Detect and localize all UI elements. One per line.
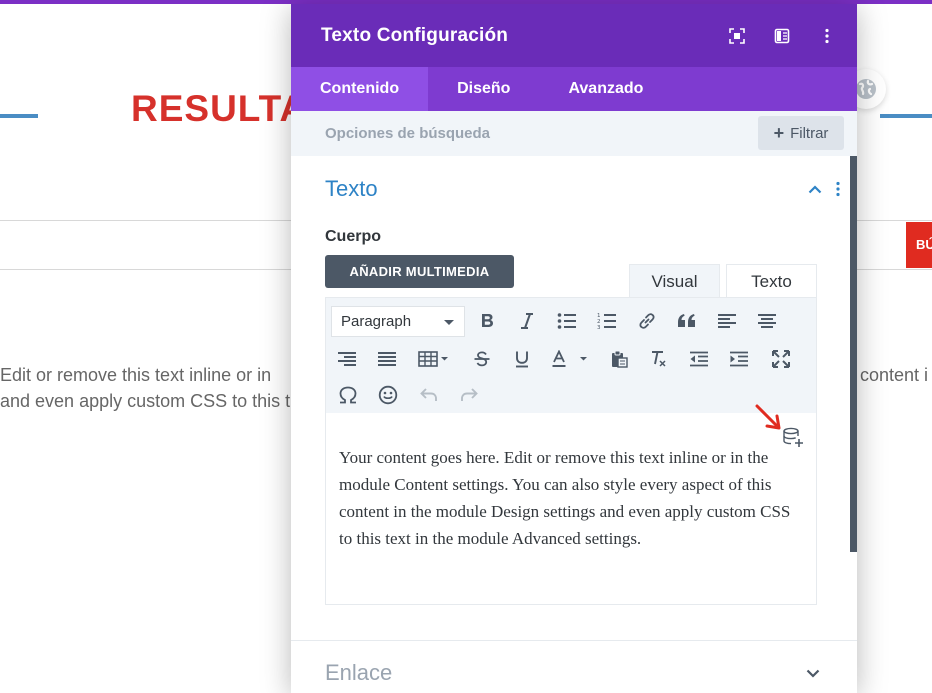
undo-button[interactable] [414, 380, 444, 410]
redo-button[interactable] [454, 380, 484, 410]
editor-toolbar: Paragraph 123 [326, 298, 816, 413]
table-button[interactable] [414, 344, 454, 374]
field-label-cuerpo: Cuerpo [325, 228, 381, 245]
tab-avanzado[interactable]: Avanzado [539, 67, 672, 111]
special-character-button[interactable] [333, 380, 363, 410]
expand-icon [728, 27, 745, 44]
italic-icon [521, 313, 533, 329]
align-justify-icon [378, 352, 396, 366]
modal-header: Texto Configuración [291, 4, 857, 67]
tab-diseno[interactable]: Diseño [428, 67, 539, 111]
bulleted-list-button[interactable] [552, 306, 582, 336]
background-text-line: and even apply custom CSS to this t [0, 391, 291, 411]
paste-icon [612, 350, 628, 368]
clear-formatting-icon [652, 351, 666, 367]
filter-label: Filtrar [790, 124, 829, 142]
emoji-button[interactable] [373, 380, 403, 410]
more-options-button[interactable] [804, 21, 849, 51]
tab-contenido[interactable]: Contenido [291, 67, 429, 111]
align-right-button[interactable] [332, 344, 362, 374]
strikethrough-icon [474, 351, 490, 367]
chevron-down-icon[interactable] [806, 669, 820, 678]
section-menu-button[interactable] [831, 179, 845, 199]
fullscreen-icon [772, 350, 790, 368]
paste-button[interactable] [604, 344, 634, 374]
align-left-button[interactable] [712, 306, 742, 336]
format-select[interactable]: Paragraph [331, 306, 465, 337]
background-divider-left [0, 114, 38, 118]
align-right-icon [338, 352, 356, 366]
plus-icon: + [773, 123, 785, 143]
indent-button[interactable] [724, 344, 754, 374]
scrollbar[interactable] [850, 156, 857, 552]
table-icon [418, 351, 448, 367]
options-search-input[interactable] [325, 125, 725, 142]
modal-tabs: Contenido Diseño Avanzado [291, 67, 857, 111]
background-text-line: Edit or remove this text inline or in [0, 365, 272, 385]
section-header-texto[interactable]: Texto [325, 176, 845, 202]
align-justify-button[interactable] [372, 344, 402, 374]
text-color-button[interactable] [548, 344, 592, 374]
italic-button[interactable] [512, 306, 542, 336]
special-character-icon [339, 386, 357, 404]
editor-tab-text[interactable]: Texto [726, 264, 817, 298]
collapse-button[interactable] [805, 179, 825, 199]
section-title: Enlace [325, 660, 393, 685]
bold-icon [482, 314, 493, 327]
align-center-icon [758, 314, 776, 328]
background-text-line: content i [860, 365, 929, 385]
settings-modal: Texto Configuración Contenido Diseño Ava… [291, 4, 857, 693]
modal-title: Texto Configuración [321, 24, 509, 46]
link-button[interactable] [632, 306, 662, 336]
numbered-list-icon: 123 [597, 313, 616, 330]
split-view-button[interactable] [759, 21, 804, 51]
filter-button[interactable]: + Filtrar [758, 116, 844, 150]
indent-icon [730, 351, 748, 367]
strikethrough-button[interactable] [467, 344, 497, 374]
globe-icon [856, 79, 876, 99]
caret-down-icon [444, 320, 454, 325]
link-icon [639, 313, 655, 329]
options-search-row: + Filtrar [291, 111, 857, 156]
outdent-icon [690, 351, 708, 367]
expand-button[interactable] [714, 21, 759, 51]
outdent-button[interactable] [684, 344, 714, 374]
editor-content-text[interactable]: Your content goes here. Edit or remove t… [339, 444, 799, 552]
text-color-icon [552, 350, 587, 367]
undo-icon [420, 388, 437, 401]
numbered-list-button[interactable]: 123 [592, 306, 622, 336]
blockquote-button[interactable] [672, 306, 702, 336]
format-select-value: Paragraph [341, 313, 412, 330]
section-header-enlace[interactable]: Enlace [325, 660, 820, 686]
editor-tab-visual[interactable]: Visual [629, 264, 720, 298]
chevron-up-icon [808, 184, 822, 193]
redo-icon [461, 388, 478, 401]
background-heading: RESULTA [131, 88, 308, 129]
add-media-button[interactable]: AÑADIR MULTIMEDIA [325, 255, 514, 288]
more-vertical-icon [824, 28, 829, 43]
clear-formatting-button[interactable] [644, 344, 674, 374]
fullscreen-button[interactable] [766, 344, 796, 374]
section-divider [291, 640, 857, 641]
section-title: Texto [325, 176, 378, 201]
svg-text:3: 3 [597, 325, 601, 330]
editor-body[interactable]: Your content goes here. Edit or remove t… [326, 404, 816, 604]
background-search-button[interactable]: BÚ [906, 222, 932, 268]
align-left-icon [718, 314, 736, 328]
emoji-icon [378, 385, 398, 405]
align-center-button[interactable] [752, 306, 782, 336]
bold-button[interactable] [472, 306, 502, 336]
background-divider-right [880, 114, 932, 118]
underline-button[interactable] [507, 344, 537, 374]
blockquote-icon [678, 314, 695, 327]
rich-text-editor: Paragraph 123 Your content goes here. Ed… [325, 297, 817, 605]
more-vertical-icon [836, 181, 840, 197]
bulleted-list-icon [557, 313, 576, 329]
split-view-icon [774, 28, 789, 43]
underline-icon [516, 351, 528, 368]
